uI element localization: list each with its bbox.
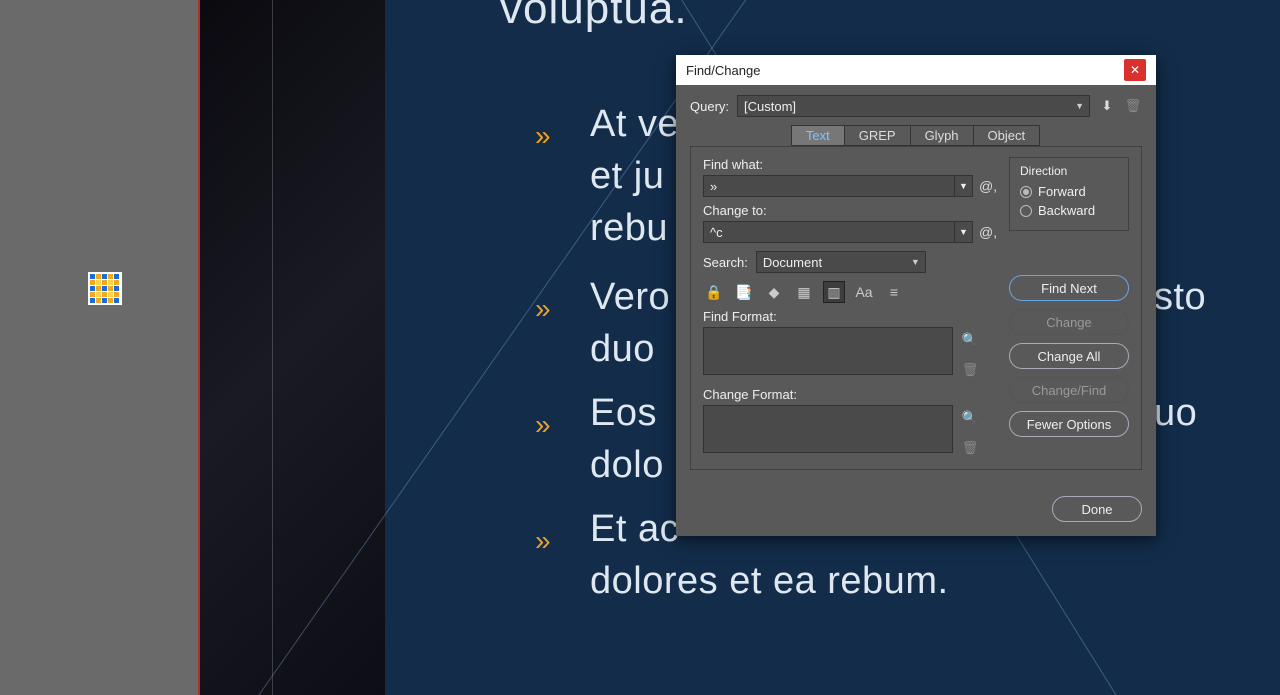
chevron-down-icon[interactable]: ▼ [954, 176, 972, 196]
find-next-button[interactable]: Find Next [1009, 275, 1129, 301]
case-sensitive-icon[interactable]: Aa [853, 281, 875, 303]
specify-format-icon[interactable]: 🔍 [961, 331, 979, 349]
chevron-down-icon: ▼ [1075, 101, 1084, 111]
fewer-options-button[interactable]: Fewer Options [1009, 411, 1129, 437]
direction-backward-label: Backward [1038, 203, 1095, 218]
locked-stories-icon[interactable]: 📑 [733, 281, 755, 303]
document-text: uo [1154, 392, 1197, 435]
change-to-input[interactable]: ^c ▼ [703, 221, 973, 243]
chevron-down-icon: ▼ [911, 257, 920, 267]
change-find-button: Change/Find [1009, 377, 1129, 403]
search-scope-dropdown[interactable]: Document ▼ [756, 251, 926, 273]
document-text: Et ac [590, 508, 679, 551]
direction-group: Direction Forward Backward [1009, 157, 1129, 231]
footnotes-icon[interactable]: ▥ [823, 281, 845, 303]
bullet-glyph: » [535, 120, 551, 152]
query-label: Query: [690, 99, 729, 114]
document-text: At ve [590, 103, 679, 146]
direction-forward-label: Forward [1038, 184, 1086, 199]
bullet-glyph: » [535, 525, 551, 557]
master-pages-icon[interactable]: ▦ [793, 281, 815, 303]
document-image-strip [200, 0, 385, 695]
tab-object[interactable]: Object [973, 125, 1041, 146]
tab-grep[interactable]: GREP [844, 125, 911, 146]
radio-icon [1020, 186, 1032, 198]
clear-format-icon: 🗑 [961, 439, 979, 457]
whole-word-icon[interactable]: ≡ [883, 281, 905, 303]
document-text: et ju [590, 155, 664, 198]
bullet-glyph: » [535, 409, 551, 441]
change-all-button[interactable]: Change All [1009, 343, 1129, 369]
document-title-word: voluptua. [500, 0, 688, 37]
dialog-titlebar[interactable]: Find/Change ✕ [676, 55, 1156, 85]
tab-text[interactable]: Text [791, 125, 845, 146]
special-characters-icon[interactable]: @, [979, 178, 997, 194]
clear-format-icon: 🗑 [961, 361, 979, 379]
find-what-label: Find what: [703, 157, 997, 172]
change-format-label: Change Format: [703, 387, 997, 402]
change-to-label: Change to: [703, 203, 997, 218]
clipboard-contents-icon [88, 272, 122, 306]
change-format-box[interactable] [703, 405, 953, 453]
direction-legend: Direction [1020, 164, 1118, 178]
document-text: Eos [590, 392, 657, 435]
document-text: dolores et ea rebum. [590, 560, 949, 603]
change-button: Change [1009, 309, 1129, 335]
dialog-title: Find/Change [686, 63, 760, 78]
find-what-input[interactable]: » ▼ [703, 175, 973, 197]
find-what-value: » [710, 179, 717, 194]
search-options-icons: 🔒 📑 ◆ ▦ ▥ Aa ≡ [703, 281, 997, 303]
locked-layers-icon[interactable]: 🔒 [703, 281, 725, 303]
find-change-dialog: Find/Change ✕ Query: [Custom] ▼ ⬇ 🗑 Text… [676, 55, 1156, 536]
find-format-box[interactable] [703, 327, 953, 375]
search-scope-label: Search: [703, 255, 748, 270]
specify-format-icon[interactable]: 🔍 [961, 409, 979, 427]
save-query-icon[interactable]: ⬇ [1098, 97, 1116, 115]
chevron-down-icon[interactable]: ▼ [954, 222, 972, 242]
document-text: Vero [590, 276, 670, 319]
bullet-glyph: » [535, 293, 551, 325]
delete-query-icon: 🗑 [1124, 97, 1142, 115]
tab-glyph[interactable]: Glyph [910, 125, 974, 146]
query-dropdown[interactable]: [Custom] ▼ [737, 95, 1090, 117]
pasteboard [0, 0, 200, 695]
direction-backward-radio[interactable]: Backward [1020, 203, 1118, 218]
search-mode-tabs: Text GREP Glyph Object [690, 125, 1142, 146]
close-button[interactable]: ✕ [1124, 59, 1146, 81]
change-to-value: ^c [710, 225, 723, 240]
search-scope-value: Document [763, 255, 822, 270]
direction-forward-radio[interactable]: Forward [1020, 184, 1118, 199]
radio-icon [1020, 205, 1032, 217]
document-text: duo [590, 328, 655, 371]
special-characters-icon[interactable]: @, [979, 224, 997, 240]
document-text: dolo [590, 444, 664, 487]
document-text: sto [1154, 276, 1206, 319]
document-text: rebu [590, 207, 668, 250]
find-format-label: Find Format: [703, 309, 997, 324]
done-button[interactable]: Done [1052, 496, 1142, 522]
query-value: [Custom] [744, 99, 796, 114]
hidden-layers-icon[interactable]: ◆ [763, 281, 785, 303]
guide-vertical [272, 0, 273, 695]
